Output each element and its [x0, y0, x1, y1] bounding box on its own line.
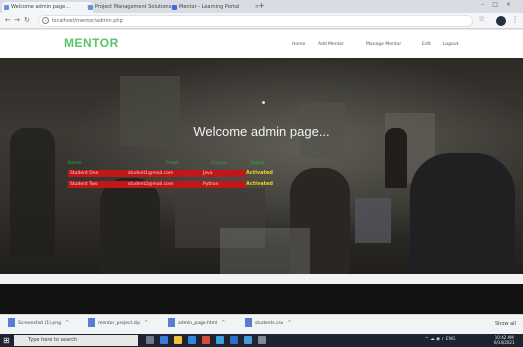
file-icon [168, 318, 175, 327]
url-text[interactable]: localhost/mentor/admin.php [52, 16, 123, 26]
file-explorer-icon[interactable] [174, 336, 182, 344]
search-placeholder[interactable]: Type here to search [28, 337, 77, 343]
download-name: students.csv [255, 321, 284, 326]
cell-name: Student Two [70, 182, 98, 187]
task-view-icon[interactable] [146, 336, 154, 344]
footer-section [0, 284, 523, 314]
file-icon [88, 318, 95, 327]
hero-title: Welcome admin page... [193, 124, 330, 139]
file-icon [8, 318, 15, 327]
info-icon[interactable]: i [42, 17, 49, 24]
site-logo[interactable]: MENTOR [64, 36, 119, 50]
row-highlight: Student One student1@mail.com Java [68, 170, 246, 177]
tab-label: Project Management Solutions… [95, 4, 177, 10]
row-highlight: Student Two student2@mail.com Python [68, 181, 246, 188]
cell-course: Java [203, 171, 213, 176]
chrome-icon[interactable] [202, 336, 210, 344]
download-name: Screenshot (1).png [18, 321, 61, 326]
header-status: Status [250, 161, 265, 166]
cell-email: student2@mail.com [128, 182, 174, 187]
chevron-up-icon[interactable]: ^ [287, 320, 291, 326]
favicon-icon [4, 5, 9, 10]
download-item[interactable]: students.csv ^ [245, 318, 292, 330]
tab-welcome-admin[interactable]: Welcome admin page… × [2, 2, 93, 13]
taskbar-clock[interactable]: 10:42 AM 6/14/2021 [494, 335, 515, 345]
tab-label: Mentor - Learning Portal [179, 4, 240, 10]
download-item[interactable]: admin_page.html ^ [168, 318, 225, 330]
status-badge[interactable]: Activated [246, 181, 273, 188]
download-item[interactable]: mentor_project.zip ^ [88, 318, 148, 330]
download-name: admin_page.html [178, 321, 218, 326]
window-controls[interactable]: –□× [481, 1, 519, 8]
menu-icon[interactable]: ⋮ [511, 15, 519, 24]
language-indicator[interactable]: ENG [446, 337, 456, 342]
favicon-icon [172, 5, 177, 10]
system-tray[interactable]: ^ ☁ ◉ ♪ ENG [425, 337, 456, 342]
profile-icon[interactable] [496, 16, 506, 26]
nav-logout[interactable]: Logout [443, 42, 458, 47]
section-divider [0, 274, 523, 284]
cell-name: Student One [70, 171, 99, 176]
favicon-icon [88, 5, 93, 10]
chevron-up-icon[interactable]: ^ [221, 320, 225, 326]
status-badge[interactable]: Activated [246, 170, 273, 177]
nav-edit[interactable]: Edit [422, 42, 431, 47]
bookmark-star-icon[interactable]: ☆ [478, 14, 485, 23]
reload-icon[interactable]: ↻ [24, 16, 30, 24]
chevron-up-icon[interactable]: ^ [65, 320, 69, 326]
mail-icon[interactable] [216, 336, 224, 344]
windows-start-icon[interactable]: ⊞ [3, 336, 10, 345]
word-icon[interactable] [230, 336, 238, 344]
settings-icon[interactable] [258, 336, 266, 344]
edge-icon[interactable] [160, 336, 168, 344]
tab-mentor-portal[interactable]: Mentor - Learning Portal × [170, 2, 261, 13]
download-name: mentor_project.zip [98, 321, 141, 326]
header-course: Course [211, 161, 227, 166]
nav-home[interactable]: Home [292, 42, 305, 47]
tab-project-management[interactable]: Project Management Solutions… × [86, 2, 177, 13]
vscode-icon[interactable] [244, 336, 252, 344]
new-tab-button[interactable]: + [258, 1, 265, 10]
cell-email: student1@mail.com [128, 171, 174, 176]
file-icon [245, 318, 252, 327]
chevron-up-icon[interactable]: ^ [144, 320, 148, 326]
nav-add-mentor[interactable]: Add Mentor [318, 42, 344, 47]
tab-label: Welcome admin page… [11, 4, 71, 10]
nav-manage-mentor[interactable]: Manage Mentor [366, 42, 401, 47]
cell-course: Python [203, 182, 219, 187]
store-icon[interactable] [188, 336, 196, 344]
show-all-button[interactable]: Show all [495, 321, 516, 327]
table-header-row: Name Email Course Status [68, 160, 283, 167]
header-name: Name [68, 161, 82, 166]
clock-date: 6/14/2021 [494, 340, 515, 345]
carousel-dot [262, 101, 265, 104]
forward-icon[interactable]: → [14, 16, 20, 24]
header-email: Email [166, 161, 179, 166]
download-item[interactable]: Screenshot (1).png ^ [8, 318, 69, 330]
back-icon[interactable]: ← [5, 16, 11, 24]
